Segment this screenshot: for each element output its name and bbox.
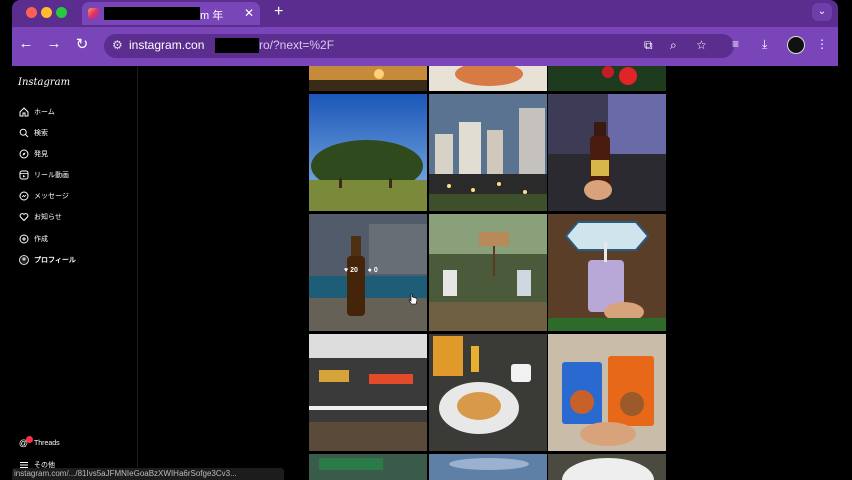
reels-icon [18,170,29,181]
download-icon[interactable]: ⤓ [762,37,767,52]
mouse-pointer-icon [408,293,418,305]
tab-search-icon[interactable]: ⌄ [812,3,832,21]
compass-icon [18,149,29,160]
post-thumbnail-sky[interactable] [429,454,547,480]
plus-icon [18,234,29,245]
sidebar-item-messages[interactable]: メッセージ [18,188,69,204]
sidebar-item-label: お知らせ [34,214,62,221]
url-host: instagram.con [129,38,205,52]
forward-icon[interactable]: → [44,35,64,52]
post-thumbnail-plate[interactable] [548,454,666,480]
sidebar-item-search[interactable]: 検索 [18,125,48,141]
post-thumbnail-snack-bags[interactable] [548,334,666,451]
comment-icon: ● [367,267,372,274]
bookmark-star-icon[interactable]: ☆ [696,38,707,52]
close-window-button[interactable] [26,7,37,18]
sidebar-item-home[interactable]: ホーム [18,104,55,120]
post-thumbnail-flowers[interactable] [548,66,666,91]
instagram-logo[interactable]: Instagram [18,77,70,88]
post-thumbnail-bubble-tea[interactable] [548,214,666,331]
instagram-favicon-icon [88,8,99,19]
sidebar-item-threads[interactable]: @ Threads [18,435,60,451]
post-thumbnail-food[interactable] [429,66,547,91]
maximize-window-button[interactable] [56,7,67,18]
like-count: 20 [350,267,358,274]
post-thumbnail-food-court[interactable] [309,334,427,451]
sidebar-item-label: Threads [34,439,60,447]
tab-bar: m 年 ✕ + ⌄ [12,0,838,27]
post-thumbnail-city-night[interactable] [429,94,547,211]
sidebar-item-label: リール動画 [34,172,69,179]
sidebar-item-explore[interactable]: 発見 [18,146,48,162]
search-icon [18,128,29,139]
post-thumbnail-storefront[interactable] [309,454,427,480]
new-tab-icon[interactable]: + [274,3,283,21]
reload-icon[interactable]: ↻ [72,35,92,53]
home-icon [18,107,29,118]
tab-title: m 年 [200,10,224,22]
redacted-url [215,38,259,53]
reading-list-icon[interactable]: ≡ [732,37,739,51]
post-thumbnail-tree[interactable] [309,94,427,211]
post-thumbnail-people-garden[interactable] [429,214,547,331]
messenger-icon [18,191,29,202]
heart-icon: ♥ [344,267,349,274]
sidebar-item-reels[interactable]: リール動画 [18,167,69,183]
install-app-icon[interactable]: ⧉ [644,38,653,53]
zoom-icon[interactable]: ⌕ [670,38,677,53]
sidebar-item-label: プロフィール [34,257,76,264]
sidebar-item-notifications[interactable]: お知らせ [18,209,62,225]
sidebar-item-create[interactable]: 作成 [18,231,48,247]
site-settings-icon[interactable]: ⚙ [112,38,123,52]
post-thumbnail-pancakes[interactable] [429,334,547,451]
comment-count: 0 [373,267,378,274]
browser-window: m 年 ✕ + ⌄ ← → ↻ ⚙ instagram.con ro/?next… [12,0,838,66]
avatar-icon [18,255,29,266]
browser-toolbar: ← → ↻ ⚙ instagram.con ro/?next=%2F ⧉ ⌕ ☆… [12,27,838,66]
kebab-menu-icon[interactable]: ⋮ [816,37,828,51]
sidebar-item-label: 発見 [34,151,48,158]
threads-notification-badge [26,436,33,443]
instagram-sidebar: Instagram ホーム 検索 発見 リール動画 メッセージ お知らせ 作成 [0,66,138,480]
active-tab[interactable]: m 年 ✕ [82,2,260,25]
address-bar[interactable]: ⚙ instagram.con ro/?next=%2F ⧉ ⌕ ☆ [104,34,734,58]
sidebar-item-label: 検索 [34,130,48,137]
profile-avatar-icon[interactable] [787,36,805,54]
heart-icon [18,212,29,223]
sidebar-item-label: 作成 [34,236,48,243]
url-path: ro/?next=%2F [259,38,335,52]
minimize-window-button[interactable] [41,7,52,18]
back-icon[interactable]: ← [16,35,36,52]
post-thumbnail-sunset[interactable] [309,66,427,91]
sidebar-item-label: メッセージ [34,193,69,200]
sidebar-item-profile[interactable]: プロフィール [18,252,76,268]
link-status-bar: instagram.com/.../81Ivs5aJFMNIeGoaBzXWIH… [12,468,284,480]
post-hover-stats: ♥ 20 ● 0 [344,267,378,274]
post-thumbnail-beer-bottle[interactable] [548,94,666,211]
redacted-tab-title [104,7,200,20]
sidebar-item-label: ホーム [34,109,55,116]
close-tab-icon[interactable]: ✕ [244,6,254,20]
